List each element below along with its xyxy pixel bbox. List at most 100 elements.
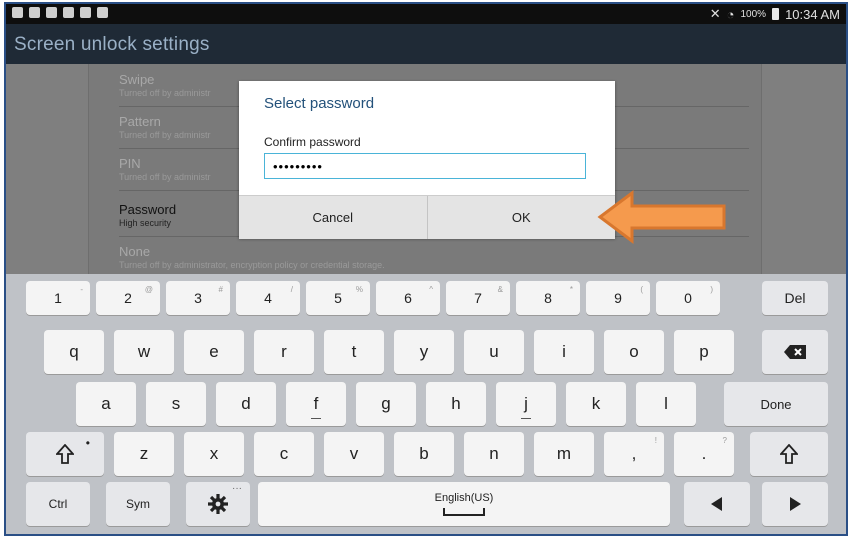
key-alt: @	[144, 285, 153, 294]
shift-left-key[interactable]: •	[26, 432, 104, 476]
key-m[interactable]: m	[534, 432, 594, 476]
space-key[interactable]: English(US)	[258, 482, 670, 526]
screenshot-notification-icon	[46, 7, 57, 18]
key-c[interactable]: c	[254, 432, 314, 476]
select-password-dialog: Select password Confirm password Cancel …	[239, 81, 615, 239]
key-alt: ^	[429, 285, 433, 294]
key-label: 9	[614, 290, 622, 306]
key-w[interactable]: w	[114, 330, 174, 374]
done-key[interactable]: Done	[724, 382, 828, 426]
more-dots: ···	[232, 483, 242, 494]
key-j[interactable]: j	[496, 382, 556, 426]
key-i[interactable]: i	[534, 330, 594, 374]
key-5[interactable]: 5%	[306, 281, 370, 315]
shopping-notification-icon	[29, 7, 40, 18]
home-row-mark	[311, 418, 321, 419]
battery-percent: 100%	[740, 8, 767, 20]
cursor-right-key[interactable]	[762, 482, 828, 526]
confirm-password-label: Confirm password	[264, 135, 361, 149]
sym-key[interactable]: Sym	[106, 482, 170, 526]
key-alt: #	[218, 285, 223, 294]
backspace-key[interactable]	[762, 330, 828, 374]
key-z[interactable]: z	[114, 432, 174, 476]
key-u[interactable]: u	[464, 330, 524, 374]
ctrl-key[interactable]: Ctrl	[26, 482, 90, 526]
delete-key[interactable]: Del	[762, 281, 828, 315]
key-label: 3	[194, 290, 202, 306]
backspace-icon	[784, 345, 806, 359]
confirm-password-input[interactable]	[264, 153, 586, 179]
key-label: 4	[264, 290, 272, 306]
key-a[interactable]: a	[76, 382, 136, 426]
battery-icon	[772, 8, 780, 20]
notification-icons	[12, 7, 108, 18]
clock: 10:34 AM	[785, 6, 840, 22]
key-r[interactable]: r	[254, 330, 314, 374]
shift-right-key[interactable]	[750, 432, 828, 476]
status-indicators: ✕ ◔ 100% 10:34 AM	[710, 6, 840, 22]
key-l[interactable]: l	[636, 382, 696, 426]
option-none[interactable]: None Turned off by administrator, encryp…	[119, 244, 749, 272]
key-9[interactable]: 9(	[586, 281, 650, 315]
key-q[interactable]: q	[44, 330, 104, 374]
home-row-mark	[521, 418, 531, 419]
key-3[interactable]: 3 #	[166, 281, 230, 315]
key-period[interactable]: .?	[674, 432, 734, 476]
cursor-left-key[interactable]	[684, 482, 750, 526]
gear-icon	[208, 494, 228, 514]
key-d[interactable]: d	[216, 382, 276, 426]
key-n[interactable]: n	[464, 432, 524, 476]
space-language-label: English(US)	[434, 492, 494, 504]
key-6[interactable]: 6 ^	[376, 281, 440, 315]
cancel-button[interactable]: Cancel	[239, 196, 427, 239]
key-label: 5	[334, 290, 342, 306]
key-h[interactable]: h	[426, 382, 486, 426]
key-label: .	[701, 444, 707, 463]
key-label: 2	[124, 290, 132, 306]
annotation-arrow-icon	[597, 190, 726, 244]
key-label: 7	[474, 290, 482, 306]
key-alt: !	[654, 436, 657, 445]
key-8[interactable]: 8 *	[516, 281, 580, 315]
key-t[interactable]: t	[324, 330, 384, 374]
key-alt: &	[497, 285, 503, 294]
page-title: Screen unlock settings	[14, 34, 210, 55]
key-o[interactable]: o	[604, 330, 664, 374]
option-title: None	[119, 244, 151, 259]
key-alt: %	[355, 285, 363, 294]
key-2[interactable]: 2 @	[96, 281, 160, 315]
key-comma[interactable]: ,!	[604, 432, 664, 476]
key-label: 0	[684, 290, 692, 306]
mute-icon: ✕	[709, 6, 721, 21]
key-label: 6	[404, 290, 412, 306]
settings-key[interactable]: ···	[186, 482, 250, 526]
key-k[interactable]: k	[566, 382, 626, 426]
arrow-left-icon	[711, 497, 722, 511]
key-v[interactable]: v	[324, 432, 384, 476]
key-y[interactable]: y	[394, 330, 454, 374]
key-e[interactable]: e	[184, 330, 244, 374]
spacebar-icon	[443, 508, 485, 516]
key-label: 1	[54, 290, 62, 306]
mail-notification-icon	[97, 7, 108, 18]
key-7[interactable]: 7 &	[446, 281, 510, 315]
key-alt: /	[290, 285, 293, 294]
arrow-shape	[597, 190, 726, 244]
key-s[interactable]: s	[146, 382, 206, 426]
ok-button[interactable]: OK	[426, 196, 615, 239]
key-x[interactable]: x	[184, 432, 244, 476]
key-f[interactable]: f	[286, 382, 346, 426]
key-alt: ?	[722, 436, 727, 445]
action-bar: Screen unlock settings	[6, 24, 846, 64]
key-g[interactable]: g	[356, 382, 416, 426]
download-notification-icon	[12, 7, 23, 18]
key-1[interactable]: 1-	[26, 281, 90, 315]
key-alt: *	[569, 285, 573, 294]
key-0[interactable]: 0)	[656, 281, 720, 315]
key-4[interactable]: 4/	[236, 281, 300, 315]
key-b[interactable]: b	[394, 432, 454, 476]
update-notification-icon	[63, 7, 74, 18]
status-bar: ✕ ◔ 100% 10:34 AM	[6, 4, 846, 24]
key-label: j	[524, 394, 528, 413]
key-p[interactable]: p	[674, 330, 734, 374]
